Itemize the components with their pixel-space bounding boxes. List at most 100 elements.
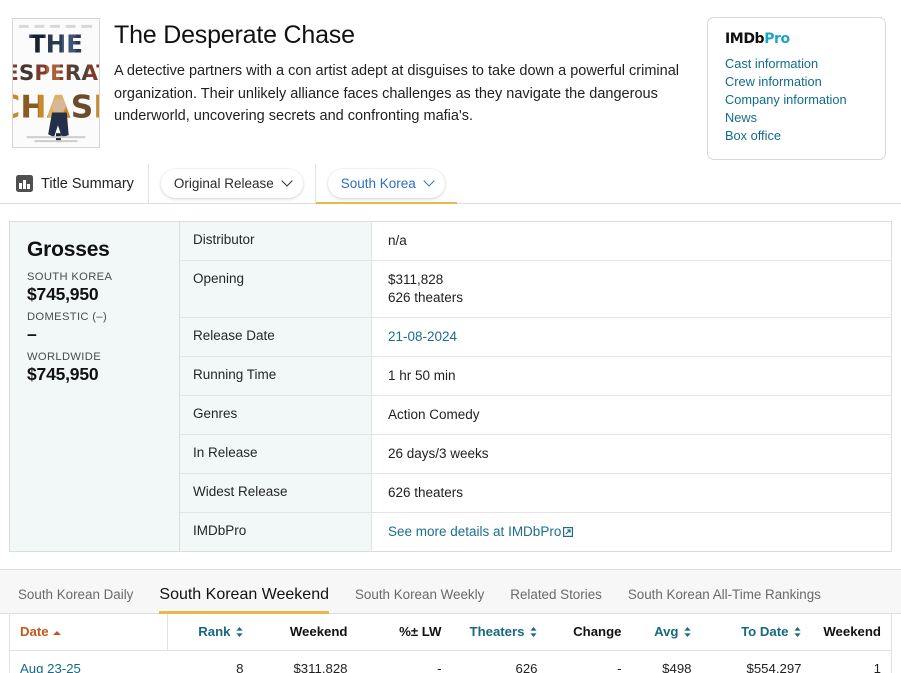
imdbpro-link-company[interactable]: Company information bbox=[725, 91, 869, 109]
grosses-value-south-korea: $745,950 bbox=[27, 284, 99, 304]
col-header-weekend-number[interactable]: Weekend bbox=[811, 614, 892, 651]
poster-artwork-icon: THE DESPERATE CHASE bbox=[13, 19, 99, 147]
detail-value-opening-theaters: 626 theaters bbox=[388, 290, 464, 305]
cell-pct-lw: - bbox=[357, 650, 452, 673]
col-header-avg-label: Avg bbox=[654, 624, 679, 639]
tab-all-time-rankings[interactable]: South Korean All-Time Rankings bbox=[628, 587, 821, 613]
detail-row-running-time: Running Time 1 hr 50 min bbox=[180, 357, 891, 396]
col-header-rank-label: Rank bbox=[198, 624, 231, 639]
weekend-gross-table: Date Rank Weekend %± LW Theaters Change … bbox=[9, 614, 892, 673]
detail-value-distributor: n/a bbox=[388, 233, 407, 248]
tab-south-korean-daily[interactable]: South Korean Daily bbox=[18, 587, 133, 613]
cell-avg: $498 bbox=[631, 650, 702, 673]
col-header-date-label: Date bbox=[20, 624, 49, 639]
imdbpro-logo-imdb: IMDb bbox=[725, 31, 765, 47]
country-filter-cell: South Korea bbox=[315, 164, 457, 204]
sort-both-icon bbox=[793, 626, 802, 638]
imdbpro-link-crew[interactable]: Crew information bbox=[725, 73, 869, 91]
detail-value-release-date: 21-08-2024 bbox=[372, 318, 891, 356]
original-release-dropdown[interactable]: Original Release bbox=[160, 169, 303, 198]
detail-row-opening: Opening $311,828 626 theaters bbox=[180, 261, 891, 318]
release-filter-cell: Original Release bbox=[149, 164, 316, 203]
active-filter-underline bbox=[315, 201, 457, 204]
detail-value-opening: $311,828 626 theaters bbox=[372, 261, 891, 317]
movie-poster[interactable]: THE DESPERATE CHASE bbox=[12, 18, 100, 148]
detail-key-genres: Genres bbox=[180, 396, 372, 434]
detail-key-widest-release: Widest Release bbox=[180, 474, 372, 512]
sort-both-icon bbox=[529, 626, 538, 638]
country-dropdown-label: South Korea bbox=[340, 176, 416, 191]
col-header-to-date-label: To Date bbox=[741, 624, 789, 639]
detail-value-widest-release: 626 theaters bbox=[388, 485, 464, 500]
section-divider bbox=[0, 569, 901, 570]
grosses-heading: Grosses bbox=[27, 238, 110, 261]
grosses-label-domestic: DOMESTIC (–) bbox=[27, 311, 108, 323]
col-header-date[interactable]: Date bbox=[9, 614, 168, 651]
detail-value-imdbpro: See more details at IMDbPro bbox=[372, 513, 891, 551]
cell-weekend-number: 1 bbox=[811, 650, 892, 673]
detail-key-distributor: Distributor bbox=[180, 222, 372, 260]
external-link-icon bbox=[563, 524, 574, 538]
detail-value-opening-gross: $311,828 bbox=[388, 272, 444, 287]
tab-south-korean-weekend[interactable]: South Korean Weekend bbox=[159, 586, 329, 614]
cell-weekend: $311,828 bbox=[253, 650, 358, 673]
detail-value-in-release: 26 days/3 weeks bbox=[388, 446, 489, 461]
imdbpro-logo: IMDbPro bbox=[725, 31, 869, 47]
cell-rank: 8 bbox=[167, 650, 254, 673]
cell-date[interactable]: Aug 23-25 bbox=[9, 650, 168, 673]
country-dropdown[interactable]: South Korea bbox=[327, 169, 445, 198]
imdbpro-box: IMDbPro Cast information Crew informatio… bbox=[707, 17, 886, 160]
grosses-label-worldwide: WORLDWIDE bbox=[27, 351, 102, 363]
title-summary-cell[interactable]: Title Summary bbox=[10, 164, 149, 203]
imdbpro-details-link[interactable]: See more details at IMDbPro bbox=[388, 524, 574, 539]
detail-key-opening: Opening bbox=[180, 261, 372, 317]
cell-theaters: 626 bbox=[451, 650, 548, 673]
release-date-link[interactable]: 21-08-2024 bbox=[388, 329, 457, 344]
detail-key-running-time: Running Time bbox=[180, 357, 372, 395]
col-header-theaters[interactable]: Theaters bbox=[451, 614, 548, 651]
tab-south-korean-weekly[interactable]: South Korean Weekly bbox=[355, 587, 484, 613]
cell-change: - bbox=[547, 650, 632, 673]
bar-chart-icon bbox=[16, 175, 33, 192]
detail-key-release-date: Release Date bbox=[180, 318, 372, 356]
imdbpro-logo-pro: Pro bbox=[764, 31, 790, 47]
chevron-down-icon bbox=[425, 177, 434, 186]
filter-toolbar: Title Summary Original Release South Kor… bbox=[0, 164, 901, 204]
grosses-value-worldwide: $745,950 bbox=[27, 364, 99, 384]
detail-row-genres: Genres Action Comedy bbox=[180, 396, 891, 435]
col-header-theaters-label: Theaters bbox=[469, 624, 525, 639]
cell-to-date: $554,297 bbox=[701, 650, 812, 673]
col-header-rank[interactable]: Rank bbox=[167, 614, 254, 651]
original-release-label: Original Release bbox=[173, 176, 274, 191]
imdbpro-link-boxoffice[interactable]: Box office bbox=[725, 127, 869, 145]
title-header-card: THE DESPERATE CHASE bbox=[0, 0, 901, 570]
imdbpro-details-link-label: See more details at IMDbPro bbox=[388, 524, 562, 539]
detail-value-genres: Action Comedy bbox=[388, 407, 480, 422]
movie-synopsis: A detective partners with a con artist a… bbox=[114, 63, 679, 124]
imdbpro-link-news[interactable]: News bbox=[725, 109, 869, 127]
sort-both-icon bbox=[235, 626, 244, 638]
col-header-change[interactable]: Change bbox=[547, 614, 632, 651]
grosses-label-south-korea: SOUTH KOREA bbox=[27, 271, 113, 283]
tab-related-stories[interactable]: Related Stories bbox=[510, 587, 602, 613]
page-title: The Desperate Chase bbox=[114, 21, 355, 49]
detail-row-imdbpro: IMDbPro See more details at IMDbPro bbox=[180, 513, 891, 551]
detail-key-in-release: In Release bbox=[180, 435, 372, 473]
col-header-pct-lw[interactable]: %± LW bbox=[357, 614, 452, 651]
grosses-panel: Grosses SOUTH KOREA $745,950 DOMESTIC (–… bbox=[10, 222, 180, 551]
details-table: Distributor n/a Opening $311,828 626 the… bbox=[180, 222, 891, 551]
chart-tabs: South Korean Daily South Korean Weekend … bbox=[0, 570, 901, 614]
col-header-to-date[interactable]: To Date bbox=[701, 614, 812, 651]
detail-row-in-release: In Release 26 days/3 weeks bbox=[180, 435, 891, 474]
hero-text: The Desperate Chase A detective partners… bbox=[114, 18, 706, 148]
weekend-table-wrapper: Date Rank Weekend %± LW Theaters Change … bbox=[0, 614, 901, 673]
col-header-weekend[interactable]: Weekend bbox=[253, 614, 358, 651]
detail-value-running-time: 1 hr 50 min bbox=[388, 368, 456, 383]
title-summary-label: Title Summary bbox=[41, 175, 134, 192]
detail-row-distributor: Distributor n/a bbox=[180, 222, 891, 261]
summary-panel: Grosses SOUTH KOREA $745,950 DOMESTIC (–… bbox=[9, 221, 892, 552]
detail-key-imdbpro: IMDbPro bbox=[180, 513, 372, 551]
col-header-avg[interactable]: Avg bbox=[631, 614, 702, 651]
imdbpro-link-cast[interactable]: Cast information bbox=[725, 55, 869, 73]
chevron-down-icon bbox=[283, 177, 292, 186]
